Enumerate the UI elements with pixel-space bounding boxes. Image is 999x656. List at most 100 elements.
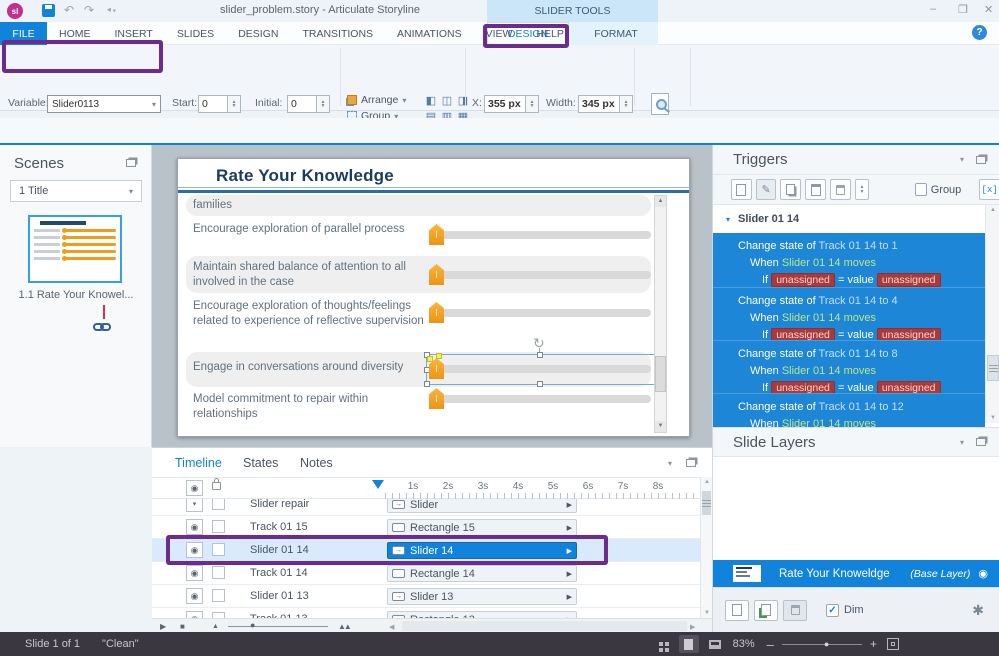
- scroll-left-icon[interactable]: ◀: [389, 623, 394, 631]
- timeline-zoom-knob[interactable]: ●: [250, 620, 255, 630]
- slider-track[interactable]: [441, 365, 651, 373]
- bar-expand-icon[interactable]: ▶: [567, 593, 572, 601]
- tab-slides[interactable]: SLIDES: [165, 22, 226, 45]
- show-all-eye-icon[interactable]: ◉: [186, 480, 203, 496]
- trigger-item[interactable]: Change state of Track 01 14 to 1 When Sl…: [713, 233, 985, 287]
- object-bar[interactable]: Rectangle 13▶: [387, 611, 577, 618]
- chevron-down-icon[interactable]: ▾: [668, 459, 672, 468]
- tab-animations[interactable]: ANIMATIONS: [385, 22, 474, 45]
- panel-collapse-icon[interactable]: [686, 459, 696, 467]
- timeline-hscroll-track[interactable]: [402, 621, 687, 631]
- row-checkbox[interactable]: [212, 520, 225, 533]
- start-input[interactable]: [198, 95, 228, 113]
- panel-collapse-icon[interactable]: [976, 438, 986, 446]
- bar-expand-icon[interactable]: ▶: [567, 501, 572, 509]
- start-spinner[interactable]: ▲▼: [228, 95, 241, 113]
- timeline-row-selected[interactable]: ◉ Slider 01 14 →Slider 14▶: [152, 539, 700, 562]
- slider-track[interactable]: [441, 395, 651, 403]
- trigger-item[interactable]: Change state of Track 01 14 to 8 When Sl…: [713, 340, 985, 393]
- row-checkbox[interactable]: [212, 589, 225, 602]
- tab-notes[interactable]: Notes: [300, 456, 333, 470]
- scroll-up-icon[interactable]: ▲: [655, 196, 666, 207]
- thumb-selection-handle[interactable]: [436, 353, 442, 359]
- save-icon[interactable]: [42, 4, 55, 17]
- delete-trigger-button[interactable]: [830, 179, 851, 200]
- zoom-out-timeline-icon[interactable]: ▲: [212, 623, 219, 630]
- width-input[interactable]: [578, 95, 620, 113]
- timeline-row[interactable]: ▾ Slider repair →Slider▶: [152, 499, 700, 516]
- slider-thumb[interactable]: [429, 224, 444, 245]
- slide-row-text[interactable]: families: [193, 198, 425, 213]
- trigger-item[interactable]: Change state of Track 01 14 to 12 When S…: [713, 393, 985, 427]
- minimize-button[interactable]: –: [930, 3, 936, 15]
- timeline-row[interactable]: ◉ Track 01 14 Rectangle 14▶: [152, 562, 700, 585]
- bar-expand-icon[interactable]: ▶: [567, 547, 572, 555]
- slider-thumb[interactable]: [429, 388, 444, 409]
- playhead-marker[interactable]: [372, 480, 384, 489]
- tab-slider-tools-format[interactable]: FORMAT: [577, 22, 655, 45]
- zoom-slider[interactable]: ●: [782, 644, 862, 645]
- row-eye-icon[interactable]: ◉: [186, 588, 203, 604]
- trigger-item[interactable]: Change state of Track 01 14 to 4 When Sl…: [713, 287, 985, 340]
- scroll-down-icon[interactable]: ▼: [990, 415, 996, 421]
- duplicate-layer-button[interactable]: [754, 600, 778, 621]
- arrange-button[interactable]: Arrange▾: [347, 94, 406, 106]
- scroll-up-icon[interactable]: ▲: [990, 207, 996, 213]
- new-layer-button[interactable]: [725, 600, 749, 621]
- help-icon[interactable]: ?: [972, 25, 987, 40]
- row-checkbox[interactable]: [212, 543, 225, 556]
- normal-view-button[interactable]: [679, 635, 699, 653]
- scroll-right-icon[interactable]: ▶: [690, 623, 695, 631]
- paste-trigger-button[interactable]: [805, 179, 826, 200]
- slider-thumb[interactable]: [429, 302, 444, 323]
- slide-thumbnail-caption[interactable]: 1.1 Rate Your Knowel...: [10, 289, 142, 301]
- restore-button[interactable]: ❐: [958, 3, 968, 16]
- row-eye-icon[interactable]: ◉: [186, 611, 203, 618]
- tab-home[interactable]: HOME: [47, 22, 103, 45]
- scroll-down-icon[interactable]: ▼: [704, 610, 710, 616]
- slider-track[interactable]: [441, 231, 651, 239]
- timeline-zoom-slider[interactable]: [228, 626, 328, 627]
- thumb-selection-handle[interactable]: [427, 356, 433, 362]
- trigger-section-header[interactable]: ▾ Slider 01 14: [713, 205, 999, 233]
- zoom-in-timeline-icon[interactable]: ▲▲: [338, 622, 350, 631]
- edit-trigger-button[interactable]: ✎: [756, 179, 777, 200]
- timeline-row[interactable]: ◉ Slider 01 13 →Slider 13▶: [152, 585, 700, 608]
- slide-row-text[interactable]: Encourage exploration of thoughts/feelin…: [193, 299, 425, 328]
- initial-spinner[interactable]: ▲▼: [317, 95, 330, 113]
- chevron-down-icon[interactable]: ▾: [960, 438, 964, 447]
- slideshow-view-icon[interactable]: [709, 640, 721, 649]
- slider-track[interactable]: [441, 271, 651, 279]
- slider-track[interactable]: [441, 309, 651, 317]
- tab-help[interactable]: HELP: [524, 22, 575, 45]
- tab-transitions[interactable]: TRANSITIONS: [290, 22, 385, 45]
- slide-row-text[interactable]: Engage in conversations around diversity: [193, 360, 431, 375]
- object-bar[interactable]: Rectangle 14▶: [387, 565, 577, 582]
- initial-input[interactable]: [287, 95, 317, 113]
- delete-layer-button[interactable]: [783, 600, 807, 621]
- scroll-up-icon[interactable]: ▲: [704, 479, 710, 485]
- resize-handle[interactable]: [424, 381, 430, 387]
- zoom-slider-knob[interactable]: ●: [824, 639, 829, 649]
- align-center-icon[interactable]: ◫: [440, 94, 454, 108]
- layer-settings-gear-icon[interactable]: ✱: [972, 602, 984, 619]
- align-left-icon[interactable]: ◧: [424, 94, 438, 108]
- object-bar[interactable]: →Slider▶: [387, 499, 577, 513]
- tab-view[interactable]: VIEW: [474, 22, 525, 45]
- panel-collapse-icon[interactable]: [976, 156, 986, 164]
- chevron-down-icon[interactable]: ▾: [960, 155, 964, 164]
- group-triggers-checkbox[interactable]: [915, 183, 926, 196]
- tab-timeline[interactable]: Timeline: [175, 456, 222, 470]
- bar-expand-icon[interactable]: ▶: [567, 570, 572, 578]
- tab-states[interactable]: States: [243, 456, 278, 470]
- base-layer-row[interactable]: Rate Your Knoweldge (Base Layer) ◉: [713, 560, 999, 587]
- dim-checkbox[interactable]: ✓: [826, 604, 839, 617]
- row-expand-icon[interactable]: ▾: [186, 499, 203, 512]
- scene-dropdown[interactable]: 1 Title▾: [10, 180, 142, 202]
- zoom-out-icon[interactable]: –: [767, 637, 774, 652]
- slide-row-text[interactable]: Maintain shared balance of attention to …: [193, 260, 425, 289]
- tab-design[interactable]: DESIGN: [226, 22, 290, 45]
- timeline-row[interactable]: ◉ Track 01 15 Rectangle 15▶: [152, 516, 700, 539]
- x-spinner[interactable]: ▲▼: [526, 95, 539, 113]
- object-bar-selected[interactable]: →Slider 14▶: [387, 542, 577, 559]
